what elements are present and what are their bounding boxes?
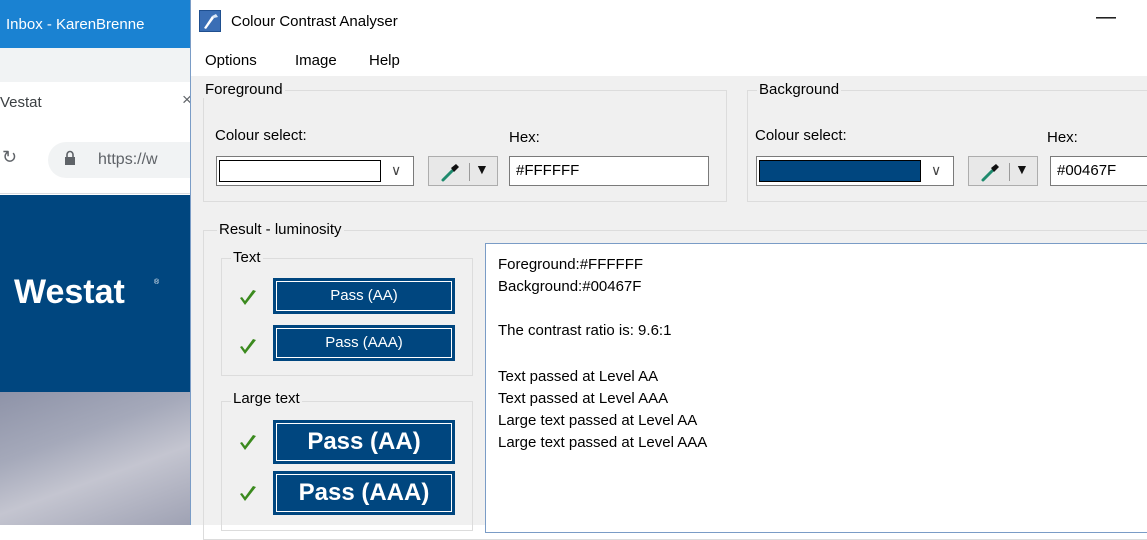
chevron-down-icon[interactable]: ∨ bbox=[391, 162, 401, 179]
result-foreground-line: Foreground:#FFFFFF bbox=[498, 256, 644, 273]
result-contrast-ratio-line: The contrast ratio is: 9.6:1 bbox=[498, 322, 672, 339]
bg-colour-swatch bbox=[759, 160, 921, 182]
bg-hex-input[interactable]: #00467F bbox=[1050, 156, 1147, 186]
background-browser-window: Inbox - KarenBrenne Vestat × ↻ https://w… bbox=[0, 0, 208, 525]
picker-dropdown-icon[interactable]: ▼ bbox=[475, 161, 489, 177]
result-text-aaa-line: Text passed at Level AAA bbox=[498, 390, 669, 407]
fg-hex-input[interactable]: #FFFFFF bbox=[509, 156, 709, 186]
large-text-group-label: Large text bbox=[231, 390, 302, 407]
picker-dropdown-icon[interactable]: ▼ bbox=[1015, 161, 1029, 177]
text-pass-aa-badge: Pass (AA) bbox=[273, 278, 455, 314]
reload-icon[interactable]: ↻ bbox=[2, 147, 17, 168]
green-checkmark-icon bbox=[240, 290, 256, 305]
green-checkmark-icon bbox=[240, 339, 256, 354]
result-background-line: Background:#00467F bbox=[498, 278, 642, 295]
window-title: Colour Contrast Analyser bbox=[231, 13, 398, 30]
menu-options[interactable]: Options bbox=[205, 52, 257, 69]
registered-mark: ® bbox=[154, 279, 160, 286]
menu-help[interactable]: Help bbox=[369, 52, 400, 69]
picker-separator bbox=[1009, 163, 1010, 181]
browser-tab-label[interactable]: Vestat bbox=[0, 94, 42, 111]
green-checkmark-icon bbox=[240, 435, 256, 450]
url-text[interactable]: https://w bbox=[98, 151, 158, 169]
contrast-analyser-icon bbox=[199, 10, 221, 32]
fg-hex-label: Hex: bbox=[509, 129, 540, 146]
text-pass-aaa-badge: Pass (AAA) bbox=[273, 325, 455, 361]
fg-colour-swatch bbox=[219, 160, 381, 182]
foreground-group-label: Foreground bbox=[203, 81, 285, 98]
result-text-area[interactable]: Foreground:#FFFFFF Background:#00467F Th… bbox=[485, 243, 1147, 533]
browser-window-title: Inbox - KarenBrenne bbox=[6, 16, 145, 33]
hero-photo bbox=[0, 392, 196, 525]
bg-colour-select[interactable]: ∨ bbox=[756, 156, 954, 186]
bg-colour-select-label: Colour select: bbox=[755, 127, 847, 144]
fg-picker-button[interactable]: ▼ bbox=[428, 156, 498, 186]
text-group-label: Text bbox=[231, 249, 263, 266]
chevron-down-icon[interactable]: ∨ bbox=[931, 162, 941, 179]
large-pass-aaa-badge: Pass (AAA) bbox=[273, 471, 455, 515]
green-checkmark-icon bbox=[240, 486, 256, 501]
eyedropper-icon bbox=[441, 164, 459, 182]
bg-picker-button[interactable]: ▼ bbox=[968, 156, 1038, 186]
eyedropper-icon bbox=[981, 164, 999, 182]
cca-window: Colour Contrast Analyser — Options Image… bbox=[190, 0, 1147, 540]
fg-colour-select-label: Colour select: bbox=[215, 127, 307, 144]
bg-hex-label: Hex: bbox=[1047, 129, 1078, 146]
westat-logo: Westat bbox=[14, 273, 125, 311]
fg-colour-select[interactable]: ∨ bbox=[216, 156, 414, 186]
result-text-aa-line: Text passed at Level AA bbox=[498, 368, 659, 385]
picker-separator bbox=[469, 163, 470, 181]
result-group-label: Result - luminosity bbox=[217, 221, 344, 238]
lock-icon bbox=[65, 150, 75, 165]
result-large-aa-line: Large text passed at Level AA bbox=[498, 412, 698, 429]
menu-image[interactable]: Image bbox=[295, 52, 337, 69]
minimize-icon[interactable]: — bbox=[1096, 6, 1116, 29]
result-large-aaa-line: Large text passed at Level AAA bbox=[498, 434, 708, 451]
background-group-label: Background bbox=[757, 81, 842, 98]
large-pass-aa-badge: Pass (AA) bbox=[273, 420, 455, 464]
